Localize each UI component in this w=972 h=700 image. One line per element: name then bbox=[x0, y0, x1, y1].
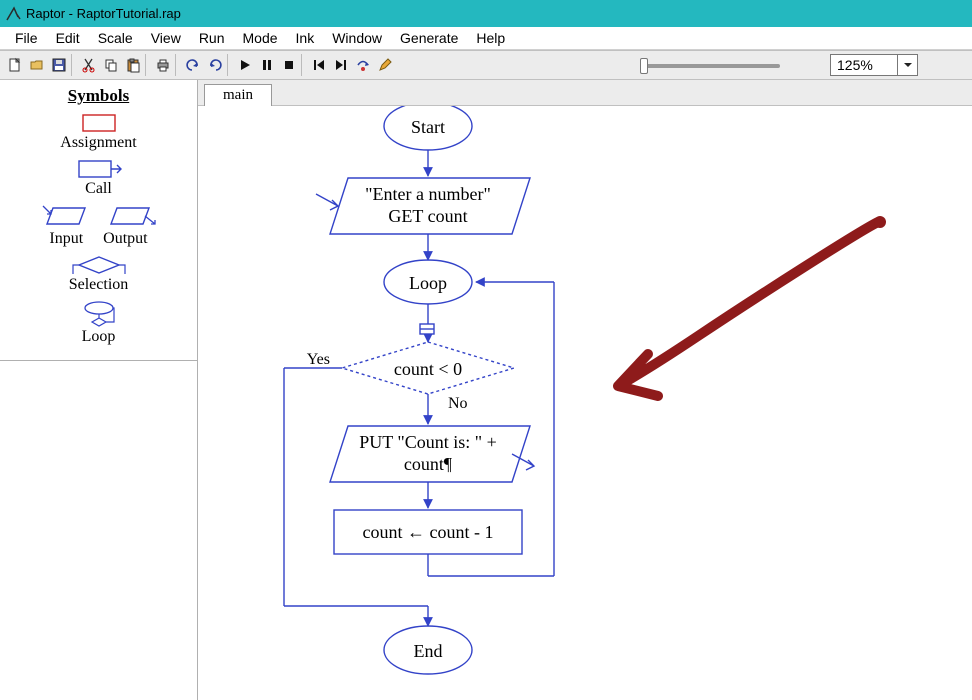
save-button[interactable] bbox=[48, 54, 70, 76]
annotation-arrow bbox=[618, 222, 878, 396]
step-back-button[interactable] bbox=[308, 54, 330, 76]
app-icon bbox=[4, 5, 22, 23]
chevron-down-icon bbox=[897, 55, 917, 75]
node-start-label: Start bbox=[411, 117, 445, 137]
step-into-button[interactable] bbox=[352, 54, 374, 76]
console-output bbox=[0, 360, 197, 700]
symbol-input[interactable] bbox=[43, 206, 85, 224]
paste-button[interactable] bbox=[122, 54, 144, 76]
play-icon bbox=[237, 57, 253, 73]
open-button[interactable] bbox=[26, 54, 48, 76]
new-file-icon bbox=[7, 57, 23, 73]
cut-button[interactable] bbox=[78, 54, 100, 76]
copy-button[interactable] bbox=[100, 54, 122, 76]
cut-icon bbox=[81, 57, 97, 73]
menu-mode[interactable]: Mode bbox=[234, 28, 287, 48]
flowchart-canvas[interactable]: Start "Enter a number" GET count Loop bbox=[198, 106, 972, 700]
menu-generate[interactable]: Generate bbox=[391, 28, 467, 48]
titlebar: Raptor - RaptorTutorial.rap bbox=[0, 0, 972, 27]
step-over-button[interactable] bbox=[330, 54, 352, 76]
step-back-icon bbox=[311, 57, 327, 73]
symbol-selection-label: Selection bbox=[0, 276, 197, 294]
left-panel: Symbols Assignment Call bbox=[0, 80, 198, 700]
tab-strip: main bbox=[198, 80, 972, 106]
menu-scale[interactable]: Scale bbox=[89, 28, 142, 48]
node-output-line1: PUT "Count is: " + bbox=[359, 432, 497, 452]
node-input-line1: "Enter a number" bbox=[365, 184, 491, 204]
workspace: Symbols Assignment Call bbox=[0, 80, 972, 700]
stop-icon bbox=[281, 57, 297, 73]
paste-icon bbox=[125, 57, 141, 73]
redo-button[interactable] bbox=[204, 54, 226, 76]
condition-no-label: No bbox=[448, 395, 468, 412]
node-output-line2: count¶ bbox=[404, 454, 452, 474]
menubar: File Edit Scale View Run Mode Ink Window… bbox=[0, 27, 972, 50]
print-icon bbox=[155, 57, 171, 73]
undo-icon bbox=[185, 57, 201, 73]
pause-icon bbox=[259, 57, 275, 73]
new-button[interactable] bbox=[4, 54, 26, 76]
menu-edit[interactable]: Edit bbox=[47, 28, 89, 48]
menu-file[interactable]: File bbox=[6, 28, 47, 48]
save-icon bbox=[51, 57, 67, 73]
menu-help[interactable]: Help bbox=[467, 28, 514, 48]
menu-ink[interactable]: Ink bbox=[287, 28, 324, 48]
menu-view[interactable]: View bbox=[142, 28, 190, 48]
redo-icon bbox=[207, 57, 223, 73]
ink-button[interactable] bbox=[374, 54, 396, 76]
undo-button[interactable] bbox=[182, 54, 204, 76]
symbols-palette: Symbols Assignment Call bbox=[0, 80, 197, 360]
node-condition-label: count < 0 bbox=[394, 359, 462, 379]
tab-main[interactable]: main bbox=[204, 84, 272, 106]
pause-button[interactable] bbox=[256, 54, 278, 76]
node-end-label: End bbox=[414, 641, 443, 661]
node-assign-label: count ← count - 1 bbox=[363, 522, 494, 542]
symbol-selection[interactable]: Selection bbox=[0, 254, 197, 294]
node-input-line2: GET count bbox=[388, 206, 467, 226]
pencil-icon bbox=[377, 57, 393, 73]
zoom-dropdown[interactable]: 125% bbox=[830, 54, 918, 76]
symbol-input-label: Input bbox=[49, 230, 83, 248]
symbols-header: Symbols bbox=[0, 86, 197, 106]
node-loop-label: Loop bbox=[409, 273, 447, 293]
symbol-assignment-label: Assignment bbox=[0, 134, 197, 152]
menu-run[interactable]: Run bbox=[190, 28, 234, 48]
step-into-icon bbox=[355, 57, 371, 73]
speed-slider[interactable] bbox=[640, 55, 790, 77]
play-button[interactable] bbox=[234, 54, 256, 76]
symbol-call-label: Call bbox=[0, 180, 197, 198]
symbol-output[interactable] bbox=[111, 208, 155, 224]
symbol-loop-label: Loop bbox=[0, 328, 197, 346]
toolbar: 125% bbox=[0, 50, 972, 80]
condition-yes-label: Yes bbox=[307, 351, 330, 368]
symbol-assignment[interactable]: Assignment bbox=[0, 112, 197, 152]
symbol-io-row: Input Output bbox=[0, 204, 197, 248]
window-title: Raptor - RaptorTutorial.rap bbox=[26, 6, 181, 21]
symbol-loop[interactable]: Loop bbox=[0, 300, 197, 346]
annotation-arrow-tail bbox=[874, 216, 886, 228]
zoom-value: 125% bbox=[831, 57, 897, 73]
open-folder-icon bbox=[29, 57, 45, 73]
menu-window[interactable]: Window bbox=[323, 28, 391, 48]
print-button[interactable] bbox=[152, 54, 174, 76]
canvas-pane: main Start "Enter a number" bbox=[198, 80, 972, 700]
step-over-icon bbox=[333, 57, 349, 73]
stop-button[interactable] bbox=[278, 54, 300, 76]
copy-icon bbox=[103, 57, 119, 73]
symbol-output-label: Output bbox=[103, 230, 147, 248]
symbol-call[interactable]: Call bbox=[0, 158, 197, 198]
